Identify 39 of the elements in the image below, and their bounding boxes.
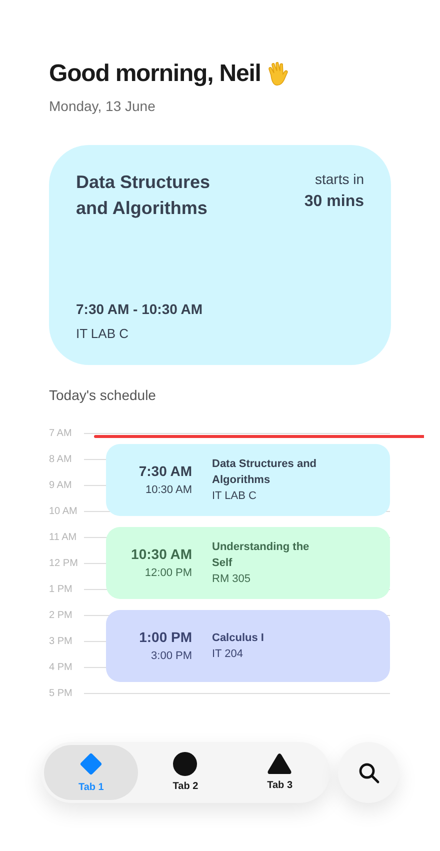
event-room: IT LAB C (212, 489, 258, 504)
event-start-time: 1:00 PM (139, 628, 192, 648)
hour-label: 10 AM (49, 504, 78, 518)
event-end-time: 12:00 PM (144, 566, 192, 582)
event-end-time: 3:00 PM (151, 649, 192, 664)
schedule-heading: Today's schedule (49, 386, 157, 405)
hour-label: 8 AM (49, 452, 73, 466)
greeting-heading: Good morning, Neil (49, 59, 261, 89)
hour-label: 7 AM (49, 426, 73, 440)
hour-label: 5 PM (49, 686, 74, 700)
event-title: Data Structures and Algorithms (212, 457, 318, 488)
class-room: IT LAB C (76, 324, 130, 342)
tab[interactable]: Tab 3 (232, 745, 327, 800)
triangle-icon (267, 752, 292, 774)
hour-label: 11 AM (49, 530, 78, 544)
hour-label: 4 PM (49, 660, 74, 674)
search-icon (358, 762, 380, 784)
circle-icon (173, 752, 198, 776)
event-start-time: 10:30 AM (131, 545, 192, 564)
starts-in-label: starts in (314, 170, 364, 189)
hour-label: 2 PM (49, 608, 74, 622)
event-end-time: 10:30 AM (146, 483, 192, 498)
hour-label: 9 AM (49, 478, 73, 492)
class-title: Data Structures and Algorithms (76, 171, 212, 220)
event-card[interactable]: 10:30 AM 12:00 PM Understanding the Self RM 305 (106, 527, 390, 599)
hour-label: 12 PM (49, 556, 79, 570)
event-card[interactable]: 1:00 PM 3:00 PM Calculus I IT 204 (106, 610, 390, 682)
date-text: Monday, 13 June (49, 97, 156, 116)
event-room: RM 305 (212, 572, 252, 587)
starts-in-value: 30 mins (304, 192, 364, 212)
tab[interactable]: Tab 2 (138, 745, 233, 800)
hour-label: 1 PM (49, 582, 74, 596)
event-room: IT 204 (212, 647, 244, 662)
event-title: Understanding the Self (212, 540, 310, 571)
class-time: 7:30 AM - 10:30 AM (76, 300, 204, 318)
hour-label: 3 PM (49, 634, 74, 648)
event-start-time: 7:30 AM (138, 462, 192, 482)
event-title: Calculus I (212, 631, 265, 646)
event-card[interactable]: 7:30 AM 10:30 AM Data Structures and Algorithms IT LAB C (106, 444, 390, 516)
